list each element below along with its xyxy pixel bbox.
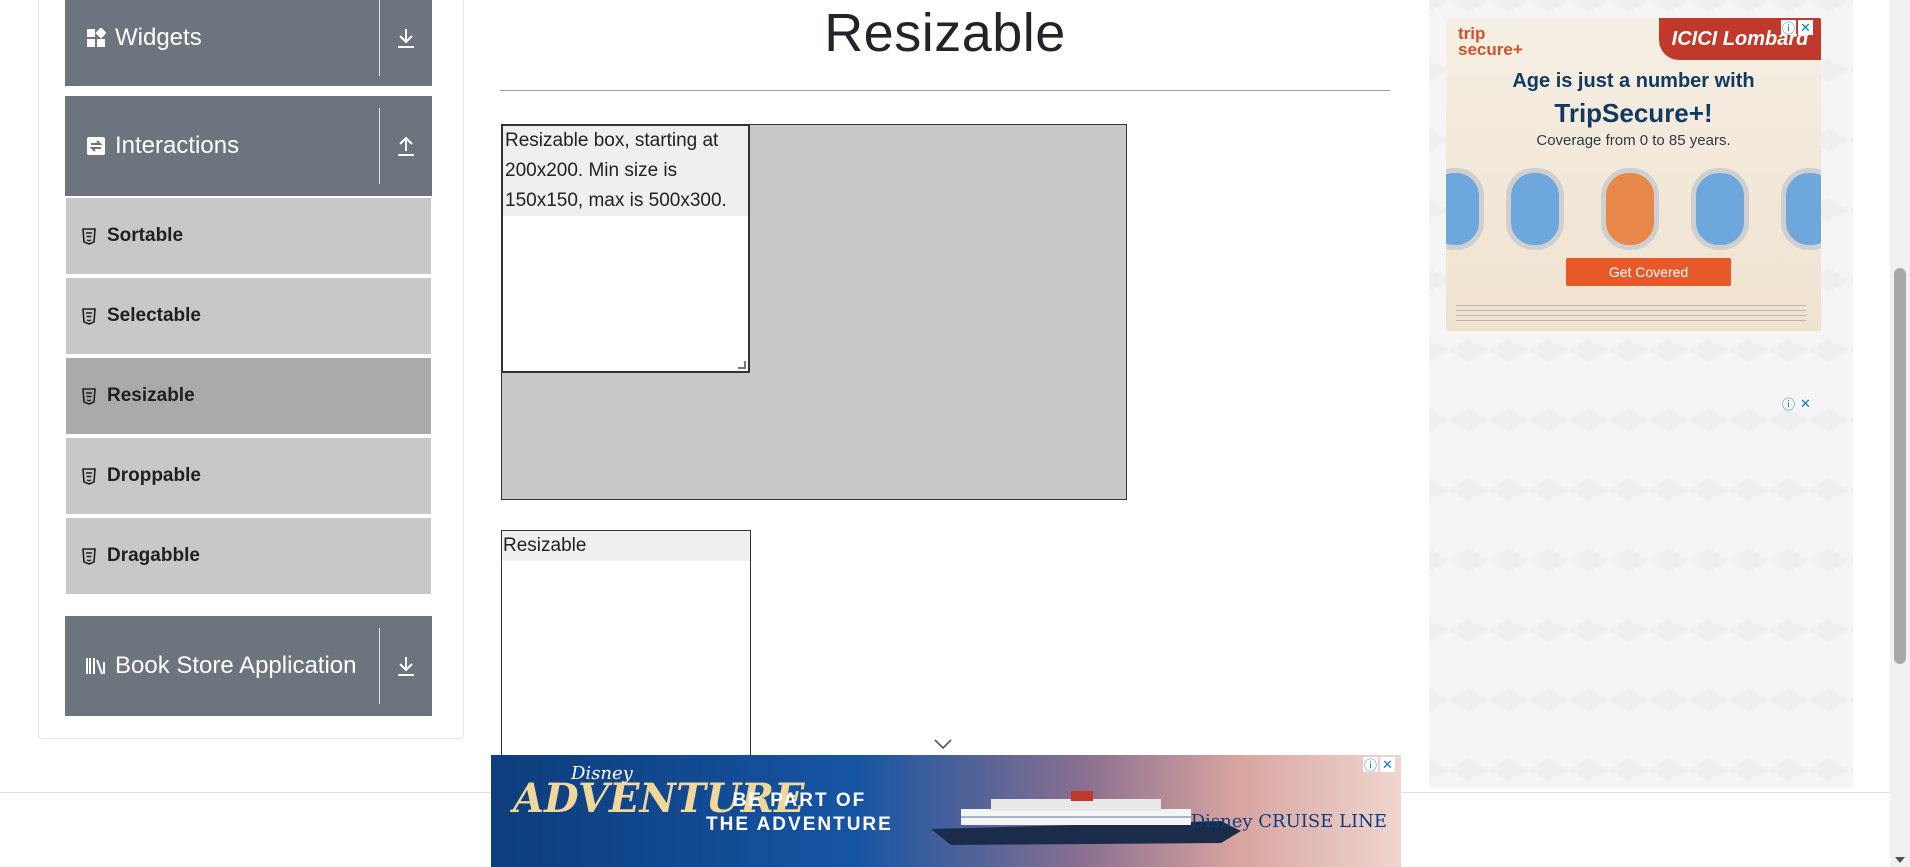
close-icon[interactable]: ✕	[1798, 20, 1813, 35]
ad-airplane-window	[1691, 168, 1749, 250]
ad-headline: Age is just a number with	[1512, 70, 1755, 92]
ad-product: TripSecure+!	[1554, 98, 1713, 128]
html5-icon	[82, 547, 98, 565]
ad-controls: ⓘ ✕	[1781, 396, 1813, 413]
sidebar-item-droppable[interactable]: Droppable	[66, 438, 431, 516]
download-icon[interactable]	[392, 652, 420, 680]
scrollbar-thumb[interactable]	[1894, 268, 1906, 664]
divider	[379, 108, 380, 184]
chevron-down-icon	[934, 739, 952, 750]
html5-icon	[82, 307, 98, 325]
ad-banner-tripsecure[interactable]: trip secure+ ICICI Lombard Age is just a…	[1446, 18, 1821, 331]
ad-airplane-window	[1601, 168, 1659, 250]
upload-icon[interactable]	[392, 132, 420, 160]
close-icon[interactable]: ✕	[1798, 396, 1813, 411]
group-header-interactions[interactable]: Interactions	[65, 96, 432, 196]
ad-subline: Coverage from 0 to 85 years.	[1536, 132, 1731, 149]
ad-cta-line: BE PART OF	[732, 790, 867, 811]
ad-info-icon[interactable]: ⓘ	[1781, 396, 1796, 412]
ad-cta-text: BE PART OF THE ADVENTURE	[706, 789, 893, 837]
group-label: Widgets	[115, 24, 202, 51]
group-label: Book Store Application	[115, 652, 357, 679]
ad-brand-left: trip secure+	[1458, 24, 1523, 59]
book-store-icon	[85, 655, 107, 677]
ad-fine-print	[1456, 305, 1806, 325]
html5-icon	[82, 387, 98, 405]
html5-icon	[82, 227, 98, 245]
resizable-box-free[interactable]: Resizable	[501, 530, 751, 780]
group-label: Interactions	[115, 132, 240, 159]
close-icon[interactable]: ✕	[1380, 757, 1395, 772]
ad-airplane-window	[1506, 168, 1564, 250]
ad-airplane-window	[1781, 168, 1821, 250]
page-scrollbar[interactable]	[1890, 0, 1910, 867]
sidebar-item-resizable[interactable]: Resizable	[66, 358, 431, 436]
page-title: Resizable	[824, 3, 1066, 63]
ad-info-icon[interactable]: ⓘ	[1781, 20, 1796, 36]
divider	[379, 628, 380, 704]
scroll-down-arrow[interactable]	[1895, 857, 1905, 863]
divider	[379, 0, 380, 76]
resizable-box-text: Resizable	[502, 531, 750, 561]
ad-cta-line: THE ADVENTURE	[706, 814, 893, 835]
ad-controls: ⓘ ✕	[1363, 757, 1395, 773]
sidebar-item-label: Droppable	[107, 465, 201, 486]
ad-controls: ⓘ ✕	[1781, 20, 1813, 36]
widgets-icon	[85, 27, 107, 49]
ad-info-icon[interactable]: ⓘ	[1363, 757, 1378, 773]
sidebar-item-label: Selectable	[107, 305, 201, 326]
title-divider	[500, 90, 1390, 91]
download-icon[interactable]	[392, 24, 420, 52]
interactions-icon	[85, 135, 107, 157]
sidebar-item-dragabble[interactable]: Dragabble	[66, 518, 431, 596]
sidebar-item-label: Dragabble	[107, 545, 200, 566]
sidebar-item-label: Sortable	[107, 225, 184, 246]
html5-icon	[82, 467, 98, 485]
group-header-book-store[interactable]: Book Store Application	[65, 616, 432, 716]
ad-cta-button[interactable]: Get Covered	[1566, 258, 1731, 286]
resize-handle[interactable]	[738, 361, 746, 369]
resizable-box-text: Resizable box, starting at 200x200. Min …	[503, 126, 748, 216]
sidebar-item-sortable[interactable]: Sortable	[66, 198, 431, 276]
ad-cruise-line: Disney CRUISE LINE	[1190, 811, 1387, 832]
ad-banner-disney[interactable]: Disney ADVENTURE BE PART OF THE ADVENTUR…	[491, 755, 1401, 867]
group-header-widgets[interactable]: Widgets	[65, 0, 432, 86]
ad-airplane-window	[1446, 168, 1484, 250]
sidebar-item-selectable[interactable]: Selectable	[66, 278, 431, 356]
resizable-box-restricted[interactable]: Resizable box, starting at 200x200. Min …	[501, 124, 750, 373]
sidebar-item-label: Resizable	[107, 385, 195, 406]
